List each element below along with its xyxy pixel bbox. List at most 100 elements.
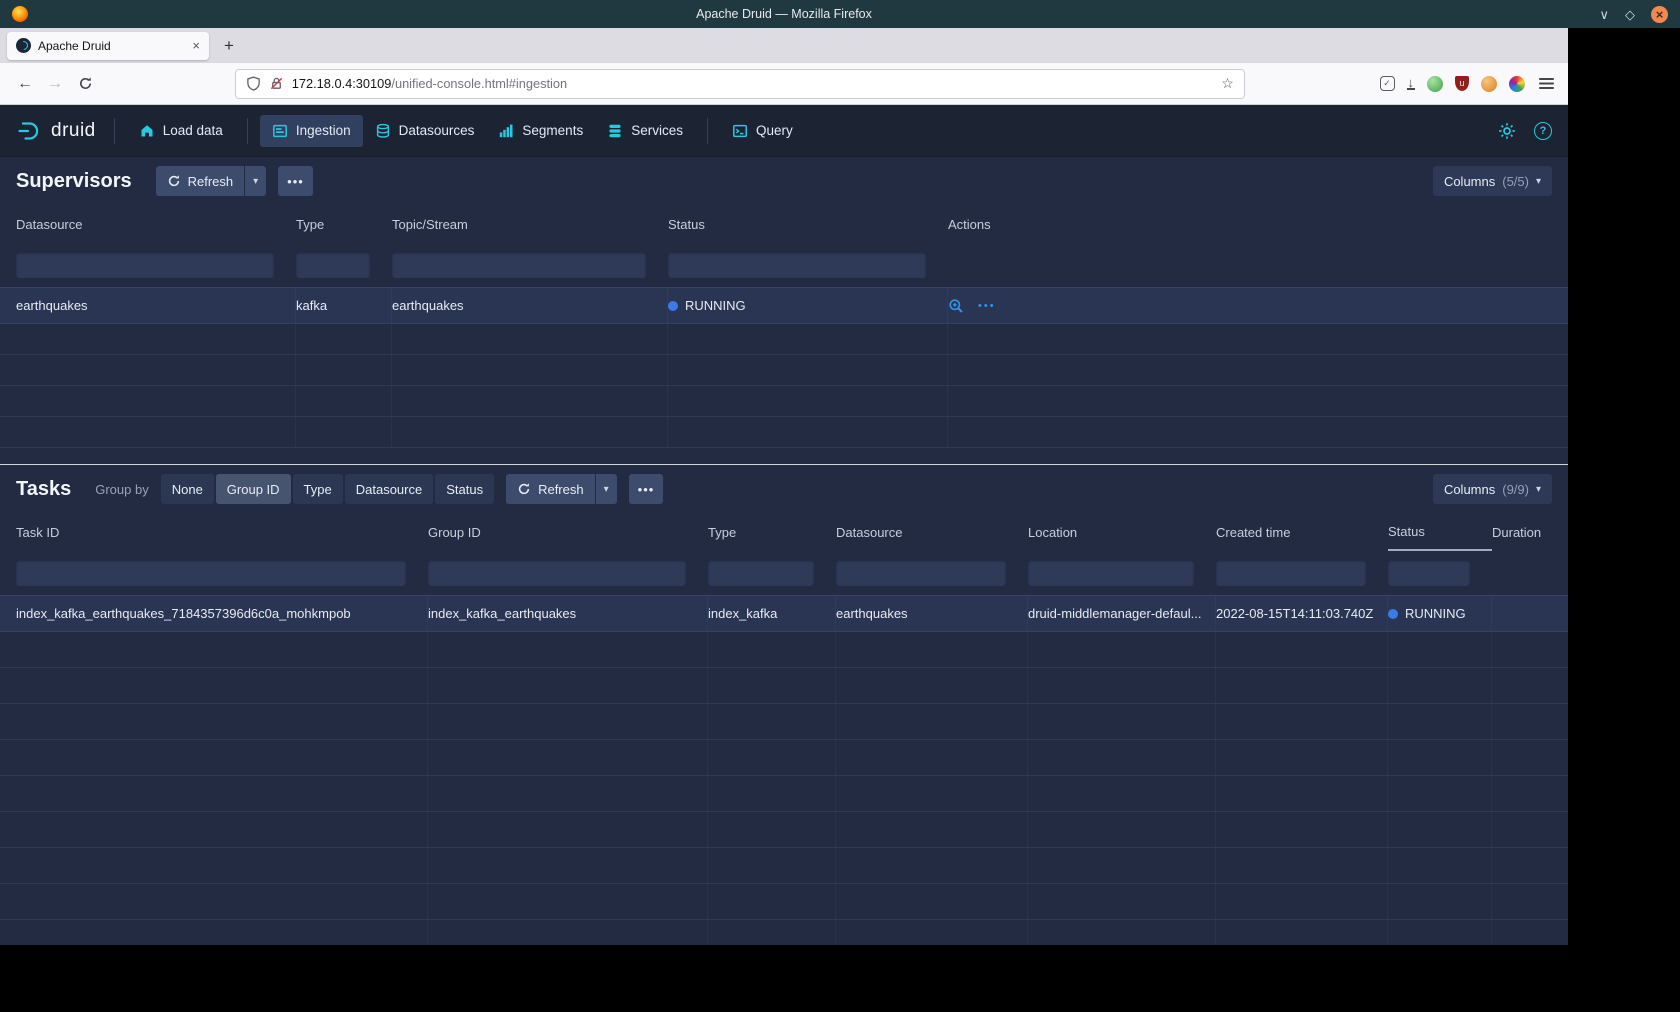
tasks-columns-button[interactable]: Columns (9/9) ▾ — [1433, 474, 1552, 504]
tasks-datasource-filter-input[interactable] — [836, 560, 1006, 586]
tab-close-icon[interactable]: × — [192, 39, 200, 52]
settings-gear-icon[interactable] — [1498, 122, 1516, 140]
forward-icon[interactable]: → — [40, 69, 70, 99]
cell-datasource: earthquakes — [836, 596, 1028, 631]
cell-created-time: 2022-08-15T14:11:03.740Z — [1216, 596, 1388, 631]
more-dots-icon: ••• — [638, 482, 655, 497]
group-by-datasource-button[interactable]: Datasource — [345, 474, 433, 504]
browser-tab-apache-druid[interactable]: Apache Druid × — [7, 32, 209, 60]
table-row-empty — [0, 776, 1568, 812]
help-glyph: ? — [1540, 125, 1547, 137]
tasks-status-filter-input[interactable] — [1388, 560, 1470, 586]
help-icon[interactable]: ? — [1534, 122, 1552, 140]
green-circle-extension-icon[interactable] — [1427, 76, 1443, 92]
refresh-label: Refresh — [538, 482, 584, 497]
supervisors-datasource-filter-input[interactable] — [16, 252, 274, 278]
group-by-group-id-button[interactable]: Group ID — [216, 474, 291, 504]
tasks-group-id-filter-input[interactable] — [428, 560, 686, 586]
cell-duration — [1492, 596, 1552, 631]
group-by-status-button[interactable]: Status — [435, 474, 494, 504]
bookmark-star-icon[interactable]: ☆ — [1221, 75, 1234, 92]
orange-circle-extension-icon[interactable] — [1481, 76, 1497, 92]
checkmark-badge-icon[interactable]: ✓ — [1380, 76, 1395, 91]
column-header-created-time[interactable]: Created time — [1216, 525, 1388, 540]
tab-title: Apache Druid — [38, 39, 185, 53]
supervisor-row-earthquakes[interactable]: earthquakes kafka earthquakes RUNNING ••… — [0, 287, 1568, 324]
tracking-protection-shield-icon[interactable] — [246, 76, 261, 91]
tasks-more-button[interactable]: ••• — [629, 474, 664, 504]
column-header-type[interactable]: Type — [296, 217, 392, 232]
cell-task-id: index_kafka_earthquakes_7184357396d6c0a_… — [16, 596, 428, 631]
nav-services[interactable]: Services — [595, 115, 695, 147]
column-header-actions[interactable]: Actions — [948, 217, 1552, 232]
supervisors-refresh-button[interactable]: Refresh — [156, 166, 245, 196]
column-header-group-id[interactable]: Group ID — [428, 525, 708, 540]
url-text[interactable]: 172.18.0.4:30109/unified-console.html#in… — [292, 76, 567, 91]
nav-load-data[interactable]: Load data — [127, 115, 235, 147]
druid-wordmark: druid — [51, 120, 96, 142]
tasks-created-time-filter-input[interactable] — [1216, 560, 1366, 586]
table-row-empty — [0, 848, 1568, 884]
insecure-lock-icon[interactable] — [269, 76, 284, 91]
tab-bar: Apache Druid × + — [0, 28, 1568, 63]
cell-actions: ••• — [948, 288, 1552, 323]
filter-cell — [296, 243, 392, 287]
ublock-shield-icon[interactable]: u — [1455, 76, 1469, 91]
url-bar[interactable]: 172.18.0.4:30109/unified-console.html#in… — [235, 69, 1245, 99]
table-row-empty — [0, 740, 1568, 776]
window-controls: ∨ ◇ × — [1599, 6, 1668, 23]
downloads-icon[interactable]: ↓ — [1407, 77, 1416, 90]
column-header-task-id[interactable]: Task ID — [16, 525, 428, 540]
menu-icon[interactable] — [1539, 77, 1554, 90]
column-header-topic-stream[interactable]: Topic/Stream — [392, 217, 668, 232]
supervisors-type-filter-input[interactable] — [296, 252, 370, 278]
new-tab-button[interactable]: + — [216, 33, 242, 59]
supervisors-status-filter-input[interactable] — [668, 252, 926, 278]
row-more-actions-icon[interactable]: ••• — [978, 300, 996, 312]
supervisors-more-button[interactable]: ••• — [278, 166, 313, 196]
column-header-datasource[interactable]: Datasource — [16, 217, 296, 232]
tasks-refresh-button[interactable]: Refresh — [506, 474, 595, 504]
supervisors-panel: Supervisors Refresh ▾ ••• Columns (5/5) … — [0, 157, 1568, 464]
firefox-logo-icon — [12, 6, 28, 22]
back-icon[interactable]: ← — [10, 69, 40, 99]
tasks-refresh-caret-button[interactable]: ▾ — [596, 474, 617, 504]
desktop-background: Apache Druid — Mozilla Firefox ∨ ◇ × Apa… — [0, 0, 1680, 1012]
nav-label: Segments — [522, 123, 583, 138]
window-close-icon[interactable]: × — [1651, 6, 1668, 23]
supervisors-topic-filter-input[interactable] — [392, 252, 646, 278]
tasks-task-id-filter-input[interactable] — [16, 560, 406, 586]
nav-query[interactable]: Query — [720, 115, 805, 147]
nav-divider — [114, 118, 115, 144]
table-row-empty — [0, 386, 1568, 417]
column-header-status-sorted[interactable]: Status — [1388, 513, 1492, 551]
supervisors-refresh-caret-button[interactable]: ▾ — [245, 166, 266, 196]
druid-header-right: ? — [1498, 122, 1552, 140]
column-header-duration[interactable]: Duration — [1492, 525, 1552, 540]
group-by-type-button[interactable]: Type — [293, 474, 343, 504]
nav-ingestion[interactable]: Ingestion — [260, 115, 363, 147]
group-by-none-button[interactable]: None — [161, 474, 214, 504]
task-row-index-kafka-earthquakes[interactable]: index_kafka_earthquakes_7184357396d6c0a_… — [0, 595, 1568, 632]
filter-cell — [1216, 551, 1388, 595]
magnifier-plus-icon[interactable] — [948, 298, 964, 314]
pinwheel-extension-icon[interactable] — [1509, 76, 1525, 92]
chevron-down-icon: ▾ — [253, 176, 258, 187]
column-header-datasource[interactable]: Datasource — [836, 525, 1028, 540]
filter-cell — [836, 551, 1028, 595]
nav-segments[interactable]: Segments — [486, 115, 595, 147]
supervisors-columns-button[interactable]: Columns (5/5) ▾ — [1433, 166, 1552, 196]
window-maximize-icon[interactable]: ◇ — [1625, 8, 1635, 21]
status-badge: RUNNING — [1405, 606, 1466, 621]
column-header-location[interactable]: Location — [1028, 525, 1216, 540]
column-header-status[interactable]: Status — [668, 217, 948, 232]
nav-datasources[interactable]: Datasources — [363, 115, 487, 147]
column-header-type[interactable]: Type — [708, 525, 836, 540]
druid-logo[interactable]: druid — [16, 118, 96, 144]
tasks-type-filter-input[interactable] — [708, 560, 814, 586]
reload-icon[interactable] — [70, 69, 100, 99]
stacked-layers-icon — [607, 123, 623, 139]
tasks-location-filter-input[interactable] — [1028, 560, 1194, 586]
window-minimize-icon[interactable]: ∨ — [1599, 8, 1609, 21]
group-by-label: Group by — [95, 482, 148, 497]
